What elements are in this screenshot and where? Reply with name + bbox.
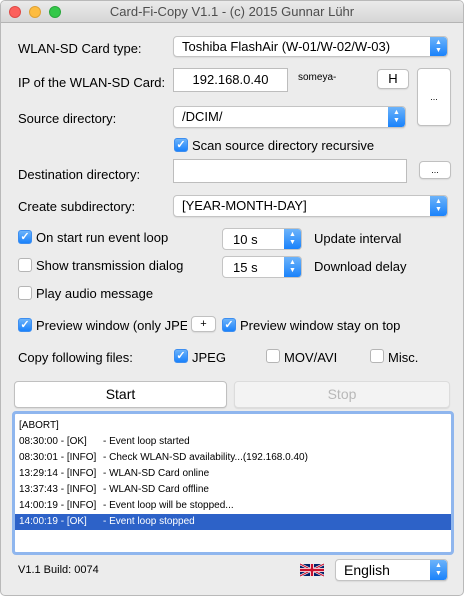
- log-time: 13:29:14 - [INFO]: [19, 468, 97, 479]
- stop-button[interactable]: Stop: [234, 381, 450, 408]
- chevron-up-down-icon: ▲ ▼: [388, 107, 405, 127]
- card-type-label: WLAN-SD Card type:: [18, 41, 142, 56]
- subdir-select[interactable]: [YEAR-MONTH-DAY] ▲ ▼: [173, 195, 448, 217]
- subdir-label: Create subdirectory:: [18, 199, 136, 214]
- copy-files-label: Copy following files:: [18, 350, 133, 365]
- language-select[interactable]: English ▲ ▼: [335, 559, 448, 581]
- preview-plus-button[interactable]: +: [191, 316, 216, 332]
- stepper-arrows-icon[interactable]: ▲ ▼: [284, 257, 301, 277]
- misc-label: Misc.: [388, 350, 419, 365]
- log-row[interactable]: 13:37:43 - [INFO] - WLAN-SD Card offline: [15, 482, 451, 498]
- download-delay-label: Download delay: [314, 259, 407, 274]
- host-name-text: someya-: [298, 72, 337, 83]
- log-row[interactable]: 08:30:01 - [INFO] - Check WLAN-SD availab…: [15, 450, 451, 466]
- preview-top-checkbox[interactable]: ✓: [222, 318, 236, 332]
- recursive-checkbox[interactable]: ✓: [174, 138, 188, 152]
- download-delay-value: 15 s: [233, 260, 258, 275]
- recursive-label: Scan source directory recursive: [192, 138, 375, 153]
- chevron-up-down-icon: ▲ ▼: [430, 196, 447, 216]
- log-message: - WLAN-SD Card online: [103, 468, 210, 479]
- preview-checkbox[interactable]: ✓: [18, 318, 32, 332]
- destination-input[interactable]: [173, 159, 407, 183]
- audio-checkbox[interactable]: [18, 286, 32, 300]
- preview-top-label: Preview window stay on top: [240, 318, 401, 333]
- audio-label: Play audio message: [36, 286, 154, 301]
- log-message: - WLAN-SD Card offline: [103, 484, 209, 495]
- mov-checkbox[interactable]: [266, 349, 280, 363]
- window-title: Card-Fi-Copy V1.1 - (c) 2015 Gunnar Lühr: [109, 4, 355, 19]
- log-row[interactable]: 14:00:19 - [INFO] - Event loop will be st…: [15, 498, 451, 514]
- mov-label: MOV/AVI: [284, 350, 338, 365]
- chevron-up-down-icon: ▲ ▼: [430, 560, 447, 580]
- source-value: /DCIM/: [182, 109, 223, 124]
- subdir-value: [YEAR-MONTH-DAY]: [182, 198, 307, 213]
- log-time: 13:37:43 - [INFO]: [19, 484, 97, 495]
- log-time: 08:30:00 - [OK]: [19, 436, 87, 447]
- log-row[interactable]: [ABORT]: [15, 418, 451, 434]
- chevron-up-down-icon: ▲ ▼: [430, 37, 447, 56]
- destination-label: Destination directory:: [18, 167, 141, 182]
- log-list[interactable]: [ABORT] 08:30:00 - [OK] - Event loop star…: [12, 411, 454, 555]
- source-select[interactable]: /DCIM/ ▲ ▼: [173, 106, 406, 128]
- ip-input[interactable]: 192.168.0.40: [173, 68, 288, 92]
- log-message: - Event loop stopped: [103, 516, 195, 527]
- log-time: 08:30:01 - [INFO]: [19, 452, 97, 463]
- build-label: V1.1 Build: 0074: [18, 564, 99, 576]
- misc-checkbox[interactable]: [370, 349, 384, 363]
- title-bar[interactable]: Card-Fi-Copy V1.1 - (c) 2015 Gunnar Lühr: [1, 1, 463, 23]
- start-button[interactable]: Start: [14, 381, 227, 408]
- destination-browse-button[interactable]: ...: [419, 161, 451, 179]
- ip-label: IP of the WLAN-SD Card:: [18, 75, 166, 90]
- log-message: - Event loop will be stopped...: [103, 500, 234, 511]
- app-window: Card-Fi-Copy V1.1 - (c) 2015 Gunnar Lühr…: [0, 0, 464, 596]
- event-loop-checkbox[interactable]: ✓: [18, 230, 32, 244]
- jpeg-label: JPEG: [192, 350, 226, 365]
- download-delay-stepper[interactable]: 15 s ▲ ▼: [222, 256, 302, 278]
- log-row-selected[interactable]: 14:00:19 - [OK] - Event loop stopped: [15, 514, 451, 530]
- update-interval-label: Update interval: [314, 231, 402, 246]
- update-interval-value: 10 s: [233, 232, 258, 247]
- h-button[interactable]: H: [377, 69, 409, 89]
- side-button[interactable]: ...: [417, 68, 451, 126]
- card-type-value: Toshiba FlashAir (W-01/W-02/W-03): [182, 39, 391, 54]
- log-message: - Check WLAN-SD availability...(192.168.…: [103, 452, 308, 463]
- uk-flag-icon: [300, 563, 324, 577]
- log-message: - Event loop started: [103, 436, 190, 447]
- log-row[interactable]: 13:29:14 - [INFO] - WLAN-SD Card online: [15, 466, 451, 482]
- source-label: Source directory:: [18, 111, 117, 126]
- log-time: 14:00:19 - [OK]: [19, 516, 87, 527]
- jpeg-checkbox[interactable]: ✓: [174, 349, 188, 363]
- log-time: 14:00:19 - [INFO]: [19, 500, 97, 511]
- language-value: English: [344, 562, 390, 578]
- transmission-checkbox[interactable]: [18, 258, 32, 272]
- preview-label: Preview window (only JPEG: [36, 318, 187, 333]
- transmission-label: Show transmission dialog: [36, 258, 184, 273]
- card-type-select[interactable]: Toshiba FlashAir (W-01/W-02/W-03) ▲ ▼: [173, 36, 448, 57]
- log-time: [ABORT]: [19, 420, 59, 431]
- update-interval-stepper[interactable]: 10 s ▲ ▼: [222, 228, 302, 250]
- stepper-arrows-icon[interactable]: ▲ ▼: [284, 229, 301, 249]
- event-loop-label: On start run event loop: [36, 230, 169, 245]
- log-row[interactable]: 08:30:00 - [OK] - Event loop started: [15, 434, 451, 450]
